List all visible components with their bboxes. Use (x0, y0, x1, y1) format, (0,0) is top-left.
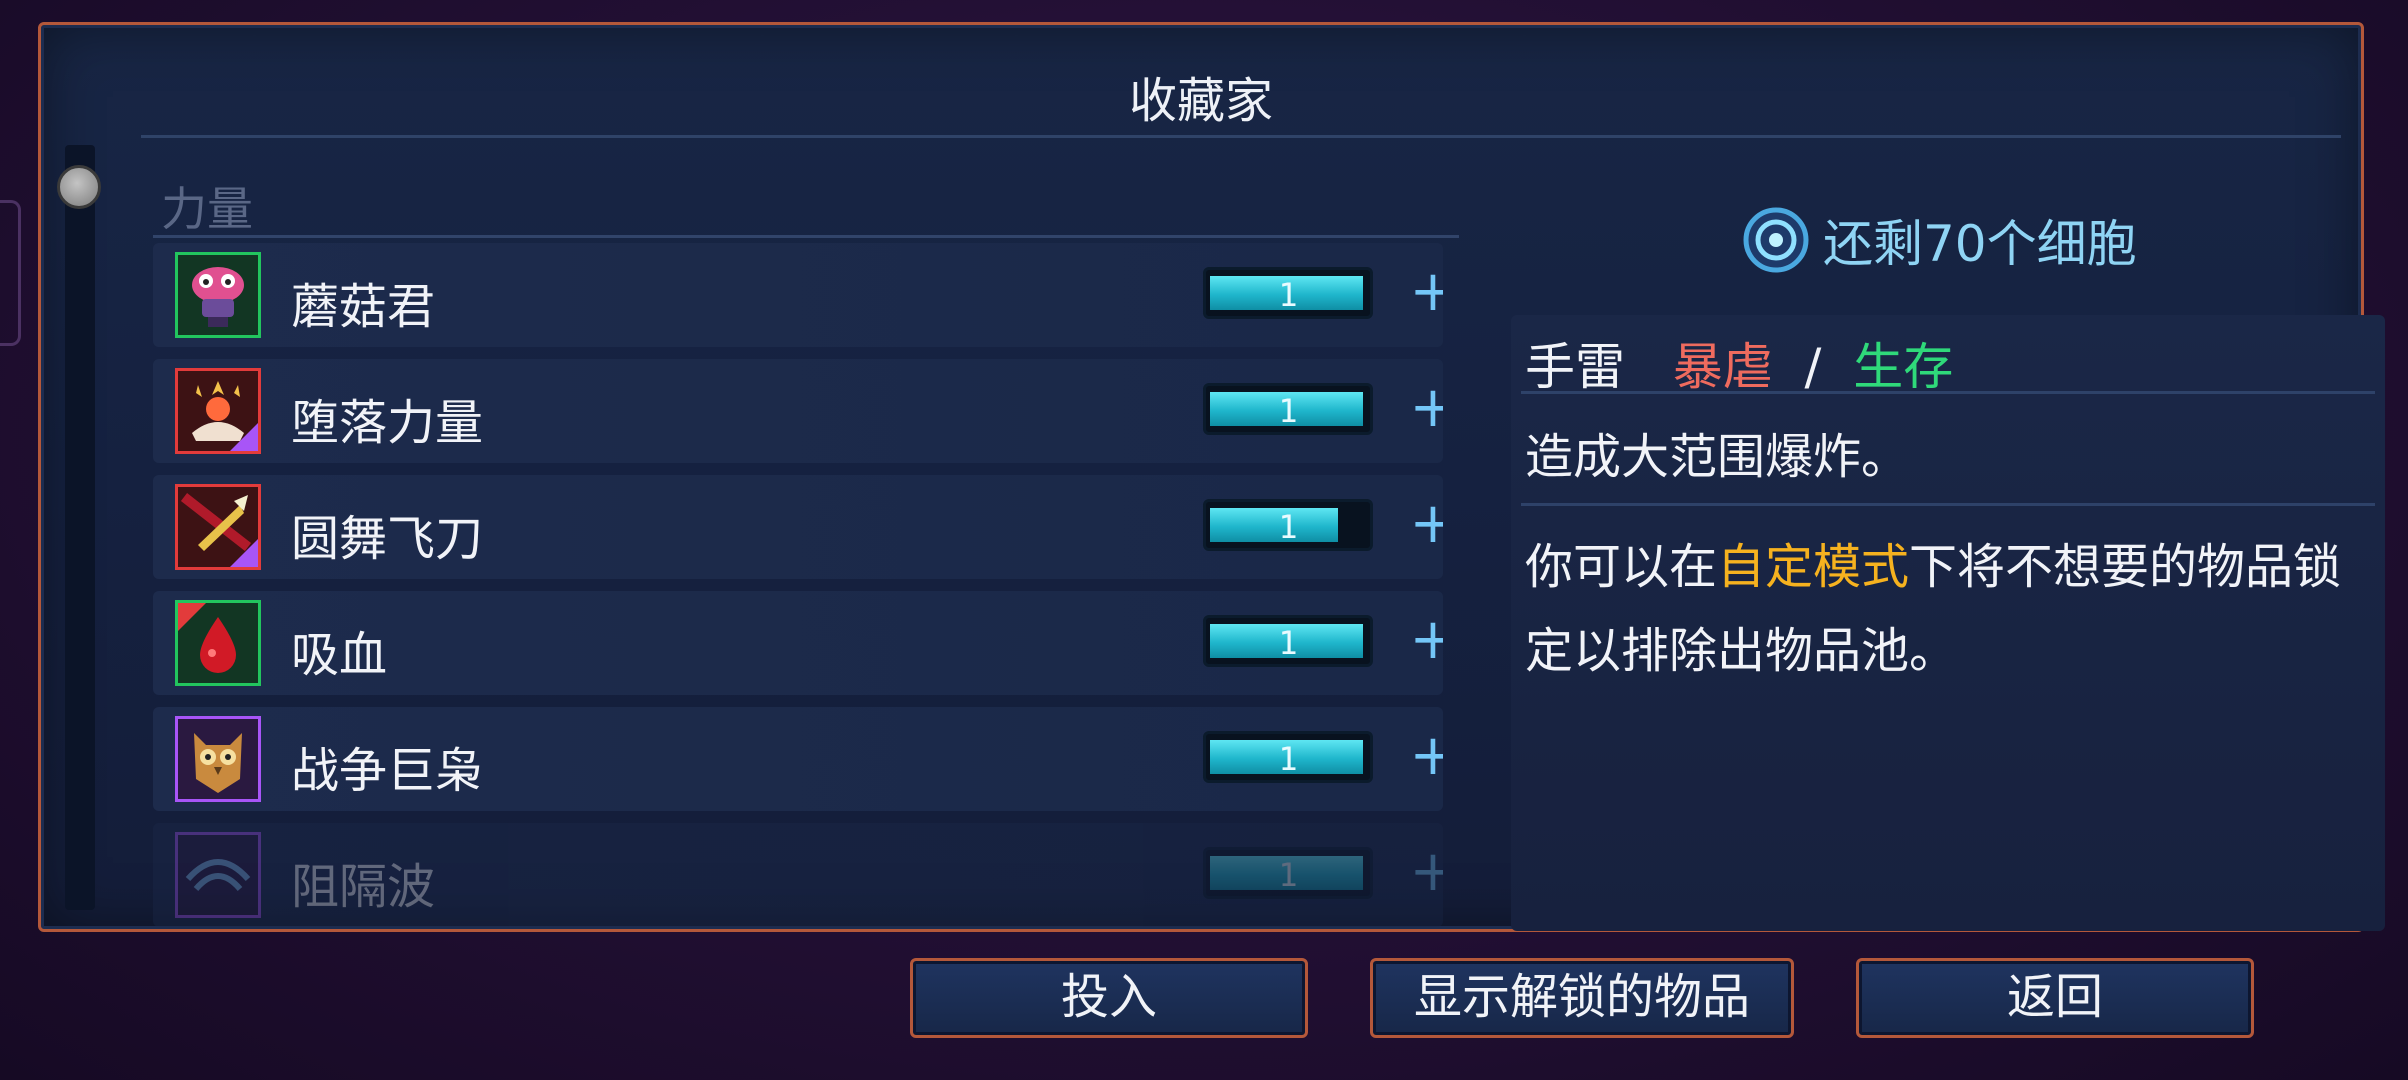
list-item[interactable]: 蘑菇君 1 + (153, 243, 1443, 347)
info-stat-survival: 生存 (1853, 338, 1954, 396)
show-unlocked-button[interactable]: 显示解锁的物品 (1370, 958, 1794, 1038)
scrollbar-track[interactable] (65, 145, 95, 910)
info-tip: 你可以在自定模式下将不想要的物品锁定以排除出物品池。 (1525, 525, 2365, 693)
level-value: 1 (1278, 392, 1298, 430)
blood-drop-icon (175, 600, 261, 686)
item-name: 战争巨枭 (291, 743, 484, 799)
category-divider (153, 235, 1459, 238)
level-value: 1 (1278, 624, 1298, 662)
info-header: 手雷 暴虐 / 生存 (1525, 327, 1953, 399)
level-bar: 1 (1203, 847, 1373, 899)
cell-icon (1743, 207, 1809, 273)
item-name: 吸血 (291, 627, 388, 683)
item-list: 蘑菇君 1 + 堕落力量 1 + 圆舞飞刀 1 + 吸血 1 + 战争巨枭 1 … (153, 243, 1443, 928)
red-corner-icon (178, 603, 206, 631)
scrollbar-thumb[interactable] (57, 165, 101, 209)
add-button[interactable]: + (1403, 721, 1443, 791)
collector-panel: 收藏家 力量 蘑菇君 1 + 堕落力量 1 + 圆舞飞刀 1 + 吸血 1 + … (38, 22, 2385, 932)
item-name: 圆舞飞刀 (291, 511, 484, 567)
add-button[interactable]: + (1403, 373, 1443, 443)
info-tip-pre: 你可以在 (1525, 539, 1718, 595)
add-button[interactable]: + (1403, 489, 1443, 559)
info-divider (1521, 503, 2375, 506)
panel-title: 收藏家 (1128, 73, 1273, 129)
background-frame-edge (0, 200, 21, 346)
info-item-name: 手雷 (1525, 338, 1625, 396)
list-item[interactable]: 阻隔波 1 + (153, 823, 1443, 927)
item-name: 阻隔波 (291, 859, 436, 915)
level-value: 1 (1278, 740, 1298, 778)
list-item[interactable]: 战争巨枭 1 + (153, 707, 1443, 811)
add-button[interactable]: + (1403, 837, 1443, 907)
invest-button[interactable]: 投入 (910, 958, 1308, 1038)
info-separator: / (1804, 338, 1822, 396)
add-button[interactable]: + (1403, 257, 1443, 327)
item-name: 蘑菇君 (291, 279, 436, 335)
throwing-knife-icon (175, 484, 261, 570)
info-description: 造成大范围爆炸。 (1525, 429, 1910, 485)
level-value: 1 (1278, 856, 1298, 894)
back-button[interactable]: 返回 (1856, 958, 2254, 1038)
cells-remaining: 还剩70个细胞 (1741, 200, 2137, 280)
purple-corner-icon (230, 423, 258, 451)
list-item[interactable]: 圆舞飞刀 1 + (153, 475, 1443, 579)
level-value: 1 (1278, 276, 1298, 314)
info-stat-brutality: 暴虐 (1672, 338, 1773, 396)
item-info-panel: 手雷 暴虐 / 生存 造成大范围爆炸。 你可以在自定模式下将不想要的物品锁定以排… (1511, 315, 2385, 931)
owl-icon (175, 716, 261, 802)
level-bar: 1 (1203, 499, 1373, 551)
wave-icon (175, 832, 261, 918)
category-label: 力量 (161, 182, 253, 236)
fallen-power-icon (175, 368, 261, 454)
cells-remaining-text: 还剩70个细胞 (1823, 215, 2137, 273)
info-divider (1521, 391, 2375, 394)
level-bar: 1 (1203, 731, 1373, 783)
info-tip-highlight: 自定模式 (1717, 539, 1910, 595)
level-bar: 1 (1203, 615, 1373, 667)
list-item[interactable]: 吸血 1 + (153, 591, 1443, 695)
level-bar: 1 (1203, 383, 1373, 435)
list-item[interactable]: 堕落力量 1 + (153, 359, 1443, 463)
title-divider (141, 135, 2341, 138)
item-name: 堕落力量 (291, 395, 484, 451)
level-bar: 1 (1203, 267, 1373, 319)
level-value: 1 (1278, 508, 1298, 546)
purple-corner-icon (230, 539, 258, 567)
add-button[interactable]: + (1403, 605, 1443, 675)
mushroom-icon (175, 252, 261, 338)
